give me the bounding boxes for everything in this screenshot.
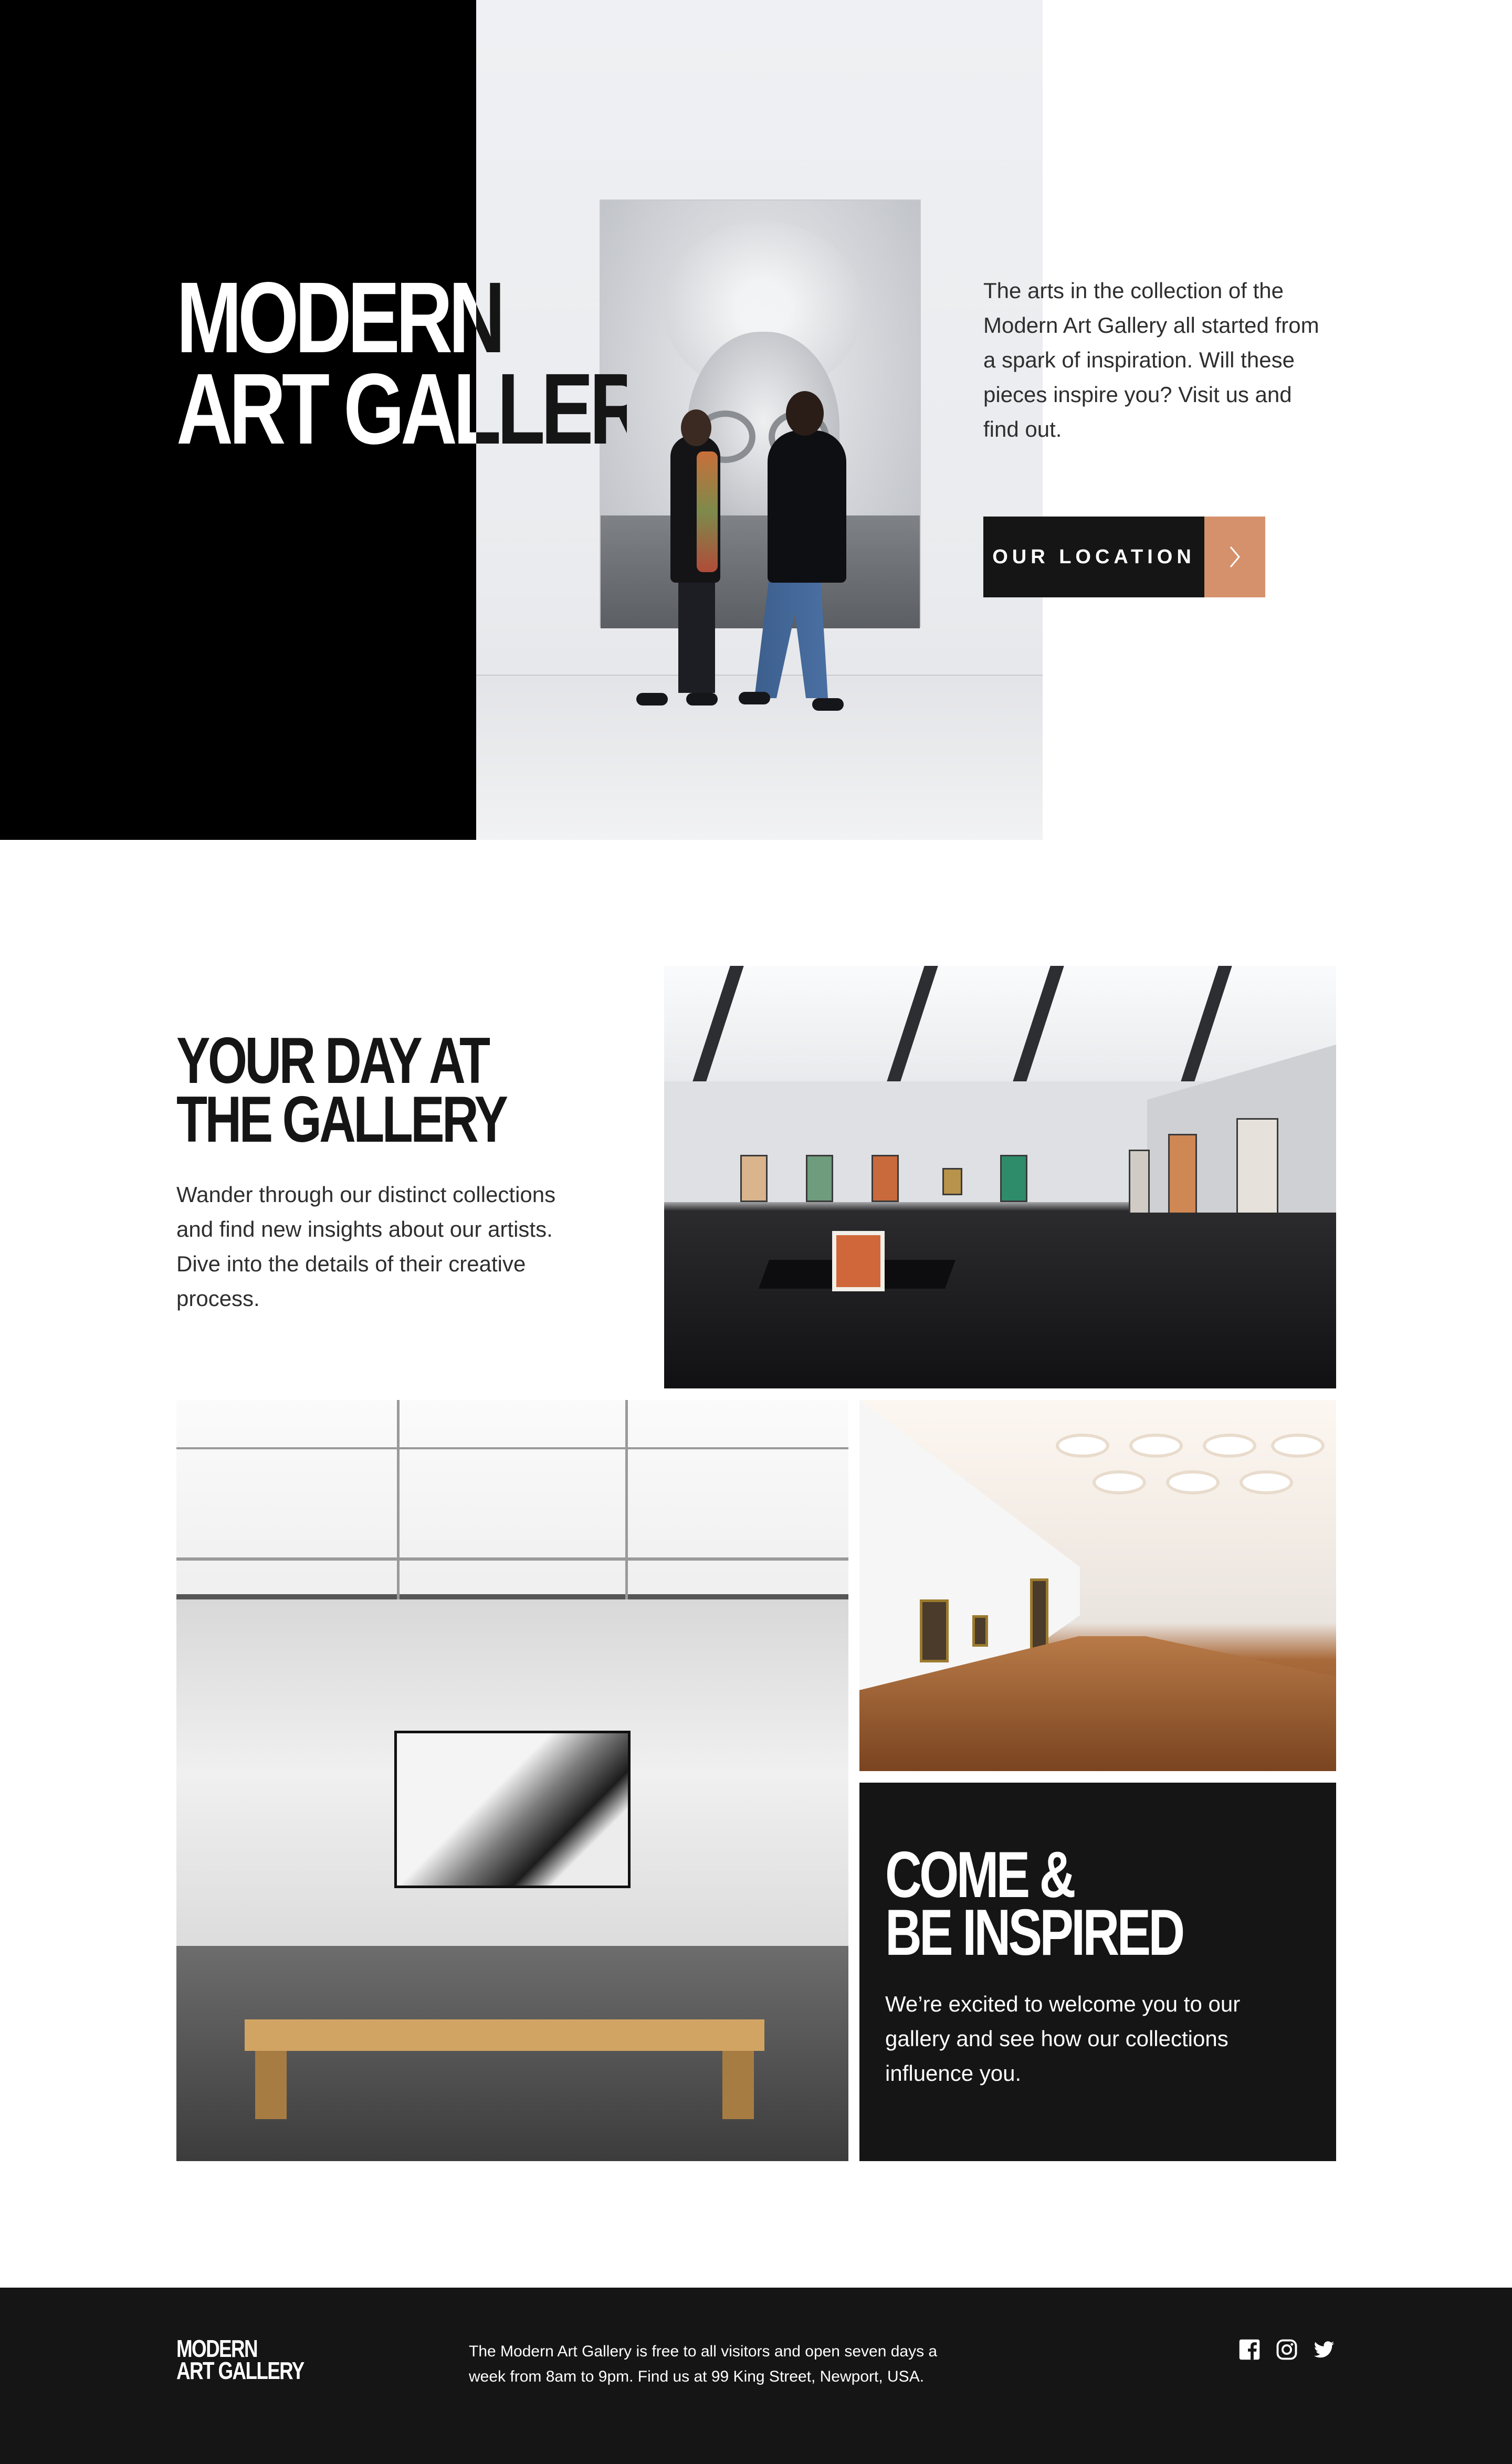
gallery-hall-image xyxy=(664,966,1336,1388)
portrait-artwork xyxy=(600,199,921,628)
chevron-right-icon xyxy=(1204,517,1265,597)
inspire-card: COME & BE INSPIRED We’re excited to welc… xyxy=(859,1783,1336,2161)
footer-logo[interactable]: MODERN ART GALLERY xyxy=(176,2335,304,2384)
day-title-line-1: YOUR DAY AT xyxy=(176,1025,490,1097)
hero-description: The arts in the collection of the Modern… xyxy=(983,278,1319,441)
inspire-title-line-2: BE INSPIRED xyxy=(885,1897,1185,1969)
day-description: Wander through our distinct collections … xyxy=(176,1182,556,1311)
twitter-icon[interactable] xyxy=(1313,2339,1335,2361)
inspire-title: COME & BE INSPIRED xyxy=(885,1839,1185,1969)
footer-logo-line-2: ART GALLERY xyxy=(176,2357,304,2384)
footer-info: The Modern Art Gallery is free to all vi… xyxy=(469,2343,938,2385)
facebook-icon[interactable] xyxy=(1238,2339,1261,2361)
bench-room-image xyxy=(176,1400,848,2161)
inspire-description: We’re excited to welcome you to our gall… xyxy=(885,1992,1241,2086)
our-location-label: OUR LOCATION xyxy=(983,517,1204,597)
day-title-line-2: THE GALLERY xyxy=(176,1083,508,1156)
instagram-icon[interactable] xyxy=(1276,2339,1298,2361)
corridor-gallery-image xyxy=(859,1400,1336,1771)
footer-logo-line-1: MODERN xyxy=(176,2335,258,2362)
footer: MODERN ART GALLERY The Modern Art Galler… xyxy=(0,2288,1512,2464)
our-location-button[interactable]: OUR LOCATION xyxy=(983,517,1265,597)
day-title: YOUR DAY AT THE GALLERY xyxy=(176,1025,508,1156)
inspire-title-line-1: COME & xyxy=(885,1839,1076,1911)
